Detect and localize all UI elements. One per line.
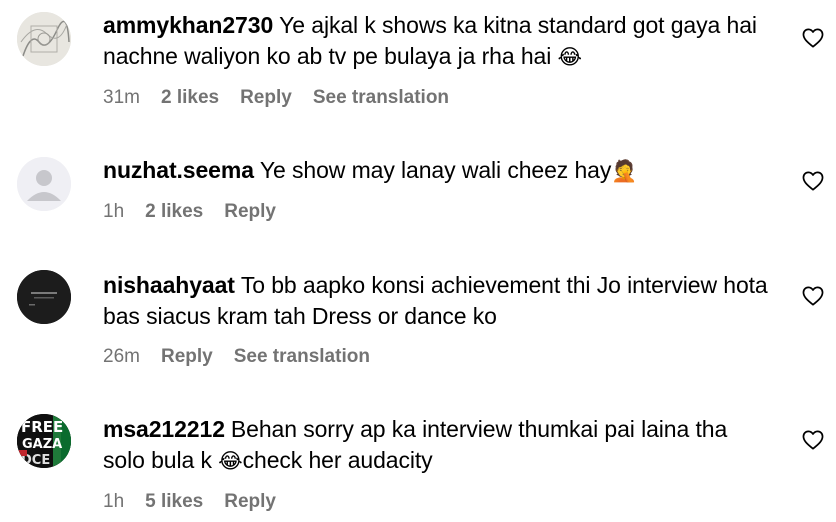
- default-avatar-icon: [17, 157, 71, 211]
- see-translation-button[interactable]: See translation: [313, 87, 449, 109]
- facepalm-emoji: 🤦: [611, 159, 638, 183]
- heart-outline-icon[interactable]: [802, 430, 824, 450]
- comment-body: Ye show may lanay wali cheez hay: [259, 157, 612, 183]
- comment-username[interactable]: nishaahyaat: [103, 272, 235, 298]
- comment-time: 1h: [103, 201, 125, 222]
- comment-time: 26m: [103, 346, 140, 367]
- comment-meta: 31m 2 likes Reply See translation: [103, 87, 773, 109]
- comment-text: nishaahyaat To bb aapko konsi achievement…: [103, 270, 773, 332]
- comment-text: nuzhat.seema Ye show may lanay wali cheez…: [103, 155, 773, 187]
- heart-outline-icon[interactable]: [802, 171, 824, 191]
- comment-body-continued: check her audacity: [242, 447, 433, 473]
- reply-button[interactable]: Reply: [224, 491, 276, 513]
- svg-text:GAZA: GAZA: [22, 437, 62, 452]
- comment-time: 1h: [103, 491, 125, 512]
- avatar[interactable]: [17, 12, 71, 66]
- laughing-emoji: 😂: [218, 449, 243, 473]
- comment-meta: 1h 2 likes Reply: [103, 201, 773, 223]
- comment-text: msa212212 Behan sorry ap ka interview thu…: [103, 414, 773, 477]
- avatar[interactable]: FREE GAZA DCE: [17, 414, 71, 468]
- free-gaza-avatar-image: FREE GAZA DCE: [17, 414, 71, 468]
- reply-button[interactable]: Reply: [240, 87, 292, 109]
- likes-count[interactable]: 5 likes: [145, 491, 203, 513]
- comment-meta: 1h 5 likes Reply: [103, 491, 773, 513]
- comment-text: ammykhan2730 Ye ajkal k shows ka kitna st…: [103, 10, 773, 73]
- avatar[interactable]: [17, 270, 71, 324]
- avatar-image: [17, 270, 71, 324]
- likes-count[interactable]: 2 likes: [145, 201, 203, 223]
- heart-outline-icon[interactable]: [802, 28, 824, 48]
- reply-button[interactable]: Reply: [161, 346, 213, 368]
- avatar-image: [17, 12, 71, 66]
- svg-text:FREE: FREE: [21, 418, 63, 436]
- comment-username[interactable]: ammykhan2730: [103, 12, 273, 38]
- comment-time: 31m: [103, 87, 140, 108]
- avatar[interactable]: [17, 157, 71, 211]
- comment-username[interactable]: nuzhat.seema: [103, 157, 254, 183]
- see-translation-button[interactable]: See translation: [234, 346, 370, 368]
- reply-button[interactable]: Reply: [224, 201, 276, 223]
- comment-username[interactable]: msa212212: [103, 416, 225, 442]
- comment-meta: 26m Reply See translation: [103, 346, 773, 368]
- laughing-emoji: 😂: [557, 45, 583, 69]
- likes-count[interactable]: 2 likes: [161, 87, 219, 109]
- heart-outline-icon[interactable]: [802, 286, 824, 306]
